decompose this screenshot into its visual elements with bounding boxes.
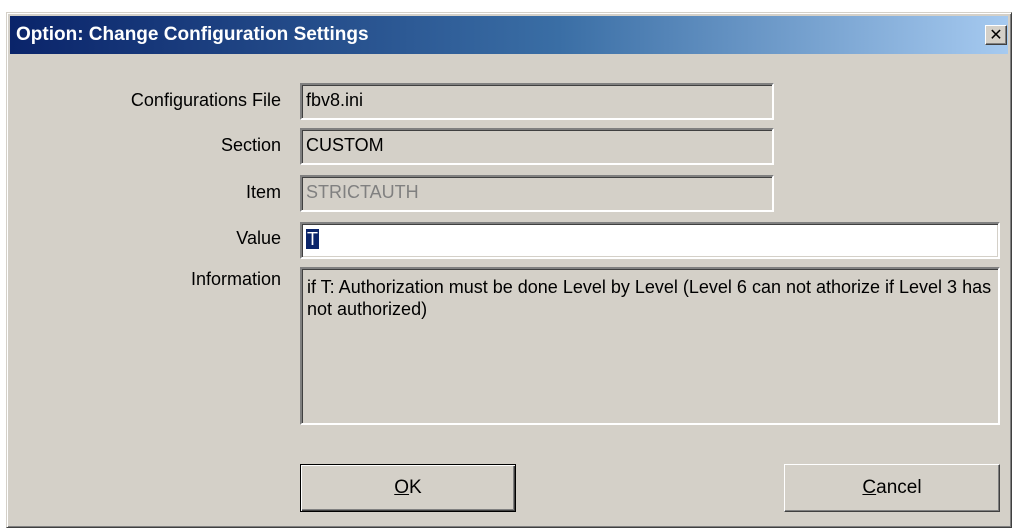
value-input[interactable]: T	[300, 222, 1000, 259]
value-label: Value	[236, 228, 281, 248]
config-file-field: fbv8.ini	[300, 83, 774, 120]
item-field: STRICTAUTH	[300, 175, 774, 212]
close-button[interactable]: ✕	[985, 25, 1007, 45]
title-bar[interactable]: Option: Change Configuration Settings ✕	[10, 16, 1008, 54]
close-icon: ✕	[989, 25, 1003, 44]
cancel-mnemonic: C	[862, 477, 877, 498]
cancel-button[interactable]: Cancel	[784, 464, 1000, 512]
ok-mnemonic: O	[394, 477, 410, 498]
value-selected-text: T	[306, 229, 319, 249]
config-file-label: Configurations File	[130, 90, 281, 110]
config-dialog: Option: Change Configuration Settings ✕ …	[6, 12, 1012, 528]
ok-label-rest: K	[409, 477, 422, 498]
cancel-label-rest: ancel	[876, 477, 922, 498]
information-label: Information	[190, 269, 281, 289]
section-field: CUSTOM	[300, 128, 774, 165]
dialog-title: Option: Change Configuration Settings	[16, 24, 369, 45]
item-label: Item	[245, 182, 281, 202]
ok-button[interactable]: OK	[300, 464, 516, 512]
information-text: if T: Authorization must be done Level b…	[300, 267, 1000, 425]
section-label: Section	[220, 135, 281, 155]
